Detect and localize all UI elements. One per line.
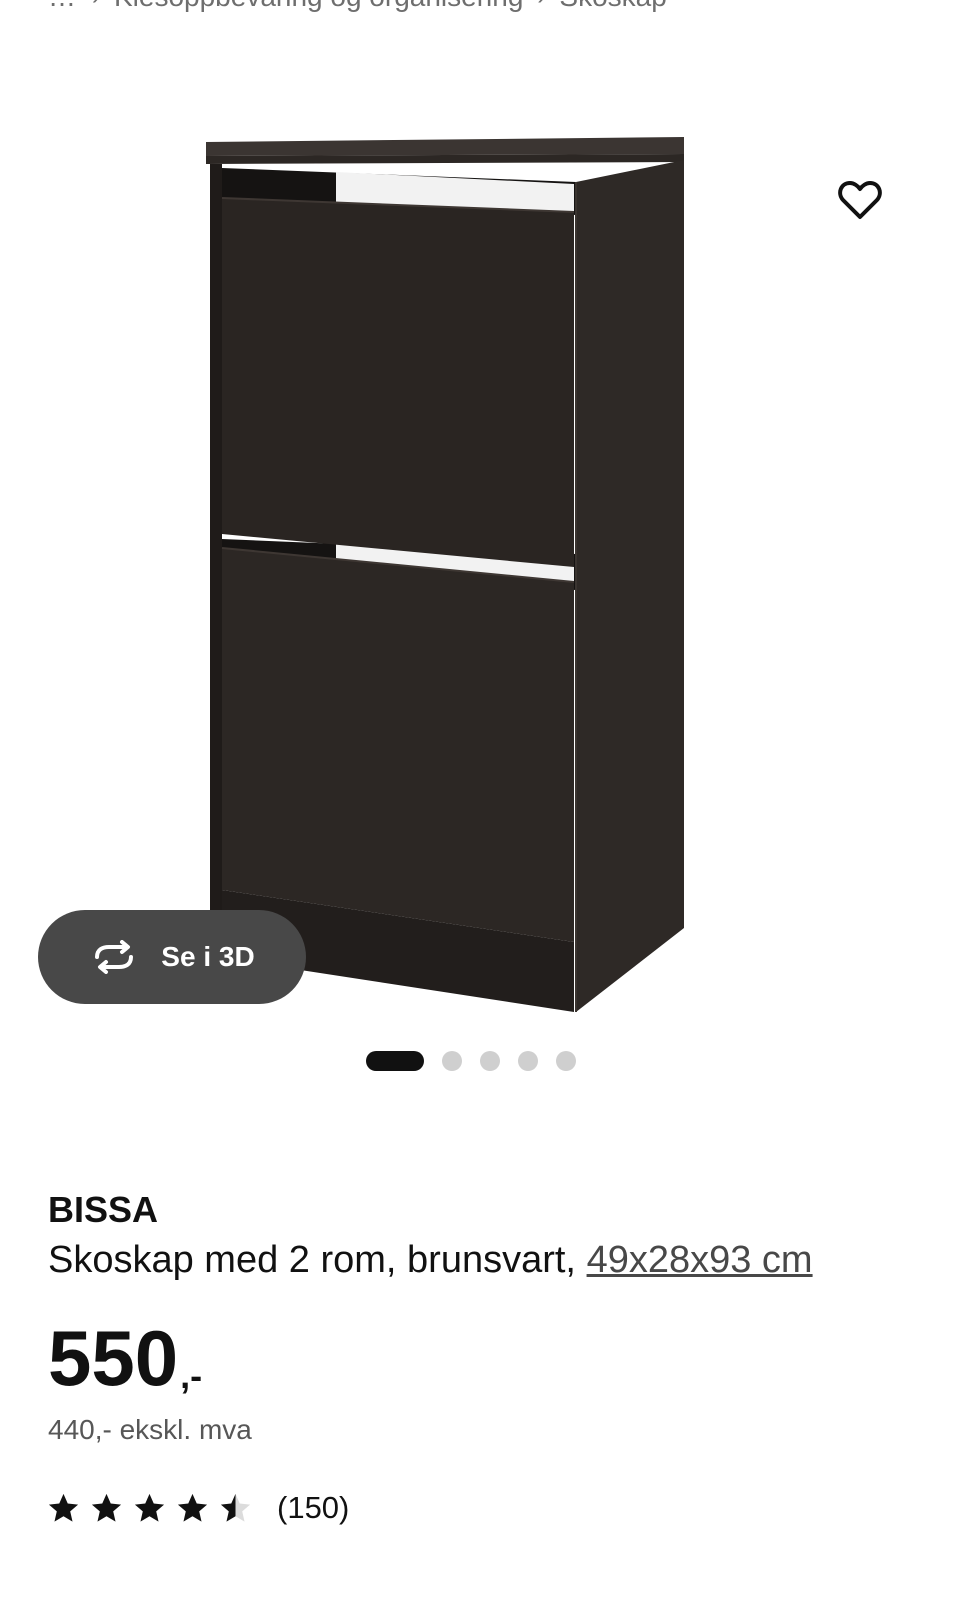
chevron-right-icon: › bbox=[92, 0, 100, 11]
gallery-dot-2[interactable] bbox=[442, 1051, 462, 1071]
price-suffix: ,- bbox=[180, 1355, 203, 1396]
breadcrumb: … › Klesoppbevaring og organisering › Sk… bbox=[48, 0, 667, 12]
favorite-button[interactable] bbox=[832, 172, 888, 228]
product-price: 550 ,- bbox=[48, 1318, 202, 1398]
product-info: BISSA Skoskap med 2 rom, brunsvart, 49x2… bbox=[48, 1185, 912, 1285]
view-in-3d-button[interactable]: Se i 3D bbox=[38, 910, 306, 1004]
breadcrumb-home-ellipsis[interactable]: … bbox=[48, 0, 78, 13]
gallery-dot-5[interactable] bbox=[556, 1051, 576, 1071]
star-full-icon bbox=[48, 1493, 79, 1522]
gallery-pagination bbox=[366, 1051, 576, 1071]
product-name: BISSA bbox=[48, 1189, 159, 1230]
product-rating[interactable]: (150) bbox=[46, 1490, 349, 1526]
chevron-right-icon: › bbox=[537, 0, 545, 11]
view-in-3d-label: Se i 3D bbox=[161, 941, 255, 972]
rating-stars bbox=[46, 1491, 253, 1526]
gallery-dot-1[interactable] bbox=[366, 1051, 424, 1071]
heart-icon bbox=[838, 181, 882, 219]
gallery-dot-4[interactable] bbox=[518, 1051, 538, 1071]
star-full-icon bbox=[177, 1493, 208, 1522]
product-description: Skoskap med 2 rom, brunsvart, 49x28x93 c… bbox=[48, 1235, 912, 1285]
price-integer: 550 bbox=[48, 1314, 179, 1402]
rotate-3d-icon bbox=[89, 940, 139, 974]
product-dimensions-link[interactable]: 49x28x93 cm bbox=[587, 1239, 813, 1281]
review-count[interactable]: (150) bbox=[277, 1490, 349, 1526]
product-description-text: Skoskap med 2 rom, brunsvart, bbox=[48, 1239, 576, 1281]
breadcrumb-item-shoe-cabinet[interactable]: Skoskap bbox=[559, 0, 666, 13]
star-full-icon bbox=[91, 1493, 122, 1522]
price-excl-vat: 440,- ekskl. mva bbox=[48, 1414, 252, 1445]
product-gallery[interactable]: Se i 3D bbox=[0, 30, 960, 1050]
star-half-icon bbox=[220, 1493, 251, 1522]
gallery-dot-3[interactable] bbox=[480, 1051, 500, 1071]
breadcrumb-item-clothing-storage[interactable]: Klesoppbevaring og organisering bbox=[114, 0, 523, 13]
star-full-icon bbox=[134, 1493, 165, 1522]
